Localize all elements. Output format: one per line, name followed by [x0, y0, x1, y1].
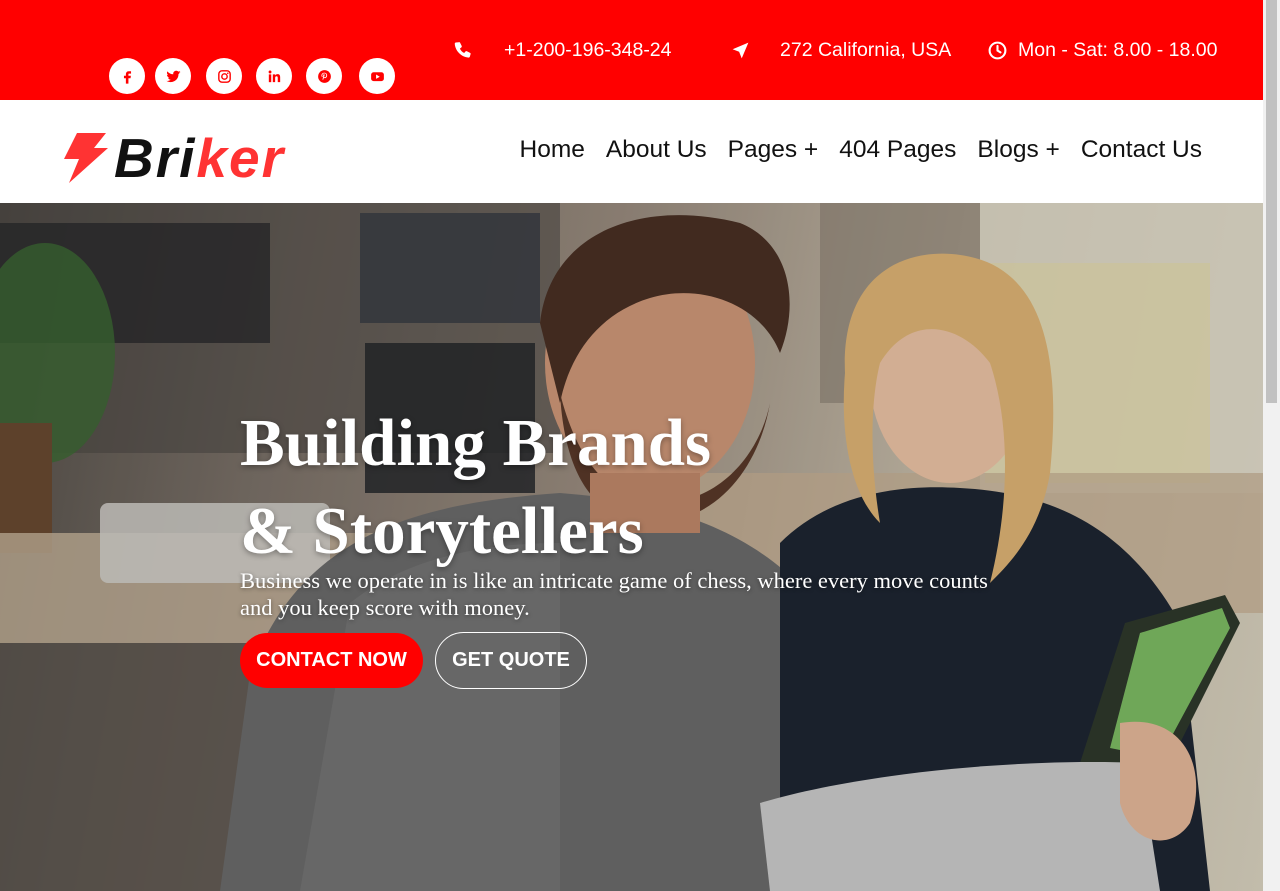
- nav-about-us[interactable]: About Us: [606, 136, 707, 164]
- nav-home[interactable]: Home: [520, 136, 585, 164]
- youtube-icon: [370, 71, 384, 81]
- logo-text: Briker: [114, 130, 285, 186]
- hours-text: Mon - Sat: 8.00 - 18.00: [1018, 38, 1218, 61]
- top-bar: +1-200-196-348-24 272 California, USA Mo…: [0, 0, 1263, 100]
- pinterest-icon: [317, 69, 331, 83]
- site-logo[interactable]: Briker: [61, 130, 285, 186]
- main-header: Briker Home About Us Pages + 404 Pages B…: [0, 100, 1263, 203]
- nav-contact-us[interactable]: Contact Us: [1081, 136, 1202, 164]
- instagram-link[interactable]: [206, 58, 242, 94]
- twitter-link[interactable]: [155, 58, 191, 94]
- pinterest-link[interactable]: [306, 58, 342, 94]
- hero-description: Business we operate in is like an intric…: [240, 568, 988, 620]
- location-arrow-icon: [732, 42, 749, 58]
- phone-info[interactable]: +1-200-196-348-24: [453, 38, 672, 62]
- linkedin-link[interactable]: [256, 58, 292, 94]
- linkedin-icon: [268, 70, 280, 82]
- youtube-link[interactable]: [359, 58, 395, 94]
- clock-icon: [988, 41, 1007, 59]
- hours-info: Mon - Sat: 8.00 - 18.00: [987, 38, 1217, 62]
- logo-text-dark: Bri: [114, 126, 197, 189]
- get-quote-button[interactable]: GET QUOTE: [435, 632, 587, 689]
- nav-pages[interactable]: Pages +: [728, 136, 819, 164]
- phone-number: +1-200-196-348-24: [504, 38, 672, 61]
- hero-title: Building Brands & Storytellers: [240, 399, 940, 575]
- logo-text-accent: ker: [196, 126, 285, 189]
- page-scrollbar[interactable]: [1263, 0, 1280, 891]
- instagram-icon: [217, 69, 231, 83]
- facebook-link[interactable]: [109, 58, 145, 94]
- main-nav: Home About Us Pages + 404 Pages Blogs + …: [520, 136, 1202, 164]
- scrollbar-thumb[interactable]: [1266, 0, 1277, 403]
- hero-section: Building Brands & Storytellers Business …: [0, 203, 1263, 891]
- facebook-icon: [123, 70, 131, 84]
- hero-title-line-2: & Storytellers: [240, 494, 644, 568]
- nav-blogs[interactable]: Blogs +: [977, 136, 1059, 164]
- lightning-bolt-icon: [64, 133, 108, 183]
- contact-now-button[interactable]: CONTACT NOW: [240, 633, 423, 688]
- phone-icon: [454, 41, 471, 58]
- address-info: 272 California, USA: [730, 38, 951, 62]
- hero-title-line-1: Building Brands: [240, 406, 712, 480]
- nav-404-pages[interactable]: 404 Pages: [839, 136, 956, 164]
- address-text: 272 California, USA: [780, 38, 952, 61]
- twitter-icon: [165, 70, 181, 82]
